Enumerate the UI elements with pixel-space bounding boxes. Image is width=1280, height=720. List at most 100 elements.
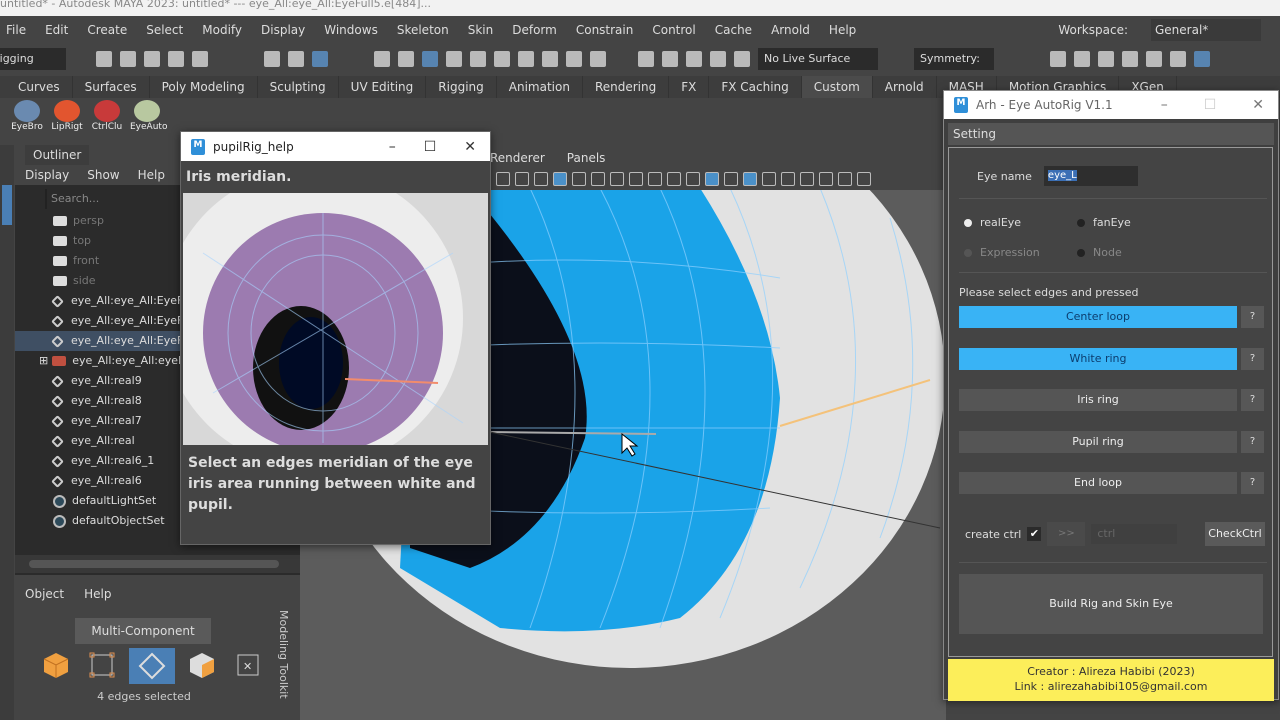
shelf-liprig-button[interactable]: LipRigt bbox=[50, 98, 84, 136]
menu-file[interactable]: File bbox=[6, 23, 26, 37]
face-mode-icon[interactable] bbox=[183, 648, 221, 682]
tab-sculpting[interactable]: Sculpting bbox=[258, 76, 339, 98]
select-lasso-icon[interactable] bbox=[590, 51, 606, 67]
tab-poly-modeling[interactable]: Poly Modeling bbox=[150, 76, 258, 98]
menu-cache[interactable]: Cache bbox=[715, 23, 752, 37]
mtk-menu-help[interactable]: Help bbox=[84, 587, 111, 601]
safe-title-icon[interactable] bbox=[667, 172, 681, 186]
motion-blur-icon[interactable] bbox=[838, 172, 852, 186]
field-chart-icon[interactable] bbox=[629, 172, 643, 186]
tab-curves[interactable]: Curves bbox=[6, 76, 73, 98]
menu-control[interactable]: Control bbox=[652, 23, 695, 37]
eye-name-input[interactable]: eye_L bbox=[1043, 166, 1138, 186]
snap-view-icon[interactable] bbox=[446, 51, 462, 67]
help-window-titlebar[interactable]: M pupilRig_help – ☐ ✕ bbox=[181, 132, 490, 161]
select-component-icon[interactable] bbox=[312, 51, 328, 67]
ctrl-input[interactable]: ctrl bbox=[1091, 524, 1178, 544]
tab-rigging[interactable]: Rigging bbox=[426, 76, 497, 98]
viewport-menu-panels[interactable]: Panels bbox=[567, 148, 606, 168]
multi-component-button[interactable]: Multi-Component bbox=[75, 618, 211, 644]
select-hierarchy-icon[interactable] bbox=[264, 51, 280, 67]
tab-fx[interactable]: FX bbox=[669, 76, 710, 98]
lock-icon[interactable] bbox=[566, 51, 582, 67]
white-ring-help-button[interactable]: ? bbox=[1241, 347, 1264, 370]
workspace-value[interactable]: General* bbox=[1151, 19, 1261, 41]
mtk-menu-object[interactable]: Object bbox=[25, 587, 64, 601]
menu-select[interactable]: Select bbox=[146, 23, 183, 37]
tab-arnold[interactable]: Arnold bbox=[873, 76, 937, 98]
shelf-eyeautorig-button[interactable]: EyeAuto bbox=[130, 98, 167, 136]
redo-icon[interactable] bbox=[192, 51, 208, 67]
attribute-editor-icon[interactable] bbox=[1194, 51, 1210, 67]
menu-arnold[interactable]: Arnold bbox=[771, 23, 810, 37]
tab-rendering[interactable]: Rendering bbox=[583, 76, 670, 98]
shelf-ctrlcluster-button[interactable]: CtrlClu bbox=[90, 98, 124, 136]
anti-alias-icon[interactable] bbox=[857, 172, 871, 186]
pupil-ring-help-button[interactable]: ? bbox=[1241, 430, 1264, 453]
ambient-occlusion-icon[interactable] bbox=[819, 172, 833, 186]
outliner-menu-help[interactable]: Help bbox=[138, 165, 165, 185]
modeling-toolkit-tab[interactable]: Modeling Toolkit bbox=[277, 610, 290, 699]
wireframe-icon[interactable] bbox=[686, 172, 700, 186]
maximize-button[interactable]: ☐ bbox=[1204, 97, 1217, 113]
safe-action-icon[interactable] bbox=[648, 172, 662, 186]
pupil-ring-button[interactable]: Pupil ring bbox=[959, 430, 1237, 453]
menu-create[interactable]: Create bbox=[87, 23, 127, 37]
resolution-gate-icon[interactable] bbox=[591, 172, 605, 186]
help-icon[interactable] bbox=[542, 51, 558, 67]
close-button[interactable]: ✕ bbox=[464, 139, 476, 155]
default-material-icon[interactable] bbox=[724, 172, 738, 186]
iris-ring-button[interactable]: Iris ring bbox=[959, 389, 1237, 411]
object-mode-icon[interactable] bbox=[37, 648, 75, 682]
outliner-menu-show[interactable]: Show bbox=[87, 165, 119, 185]
radio-realeye[interactable]: realEye bbox=[964, 216, 1021, 229]
render-frame-icon[interactable] bbox=[1074, 51, 1090, 67]
textured-icon[interactable] bbox=[762, 172, 776, 186]
open-scene-icon[interactable] bbox=[120, 51, 136, 67]
minimize-button[interactable]: – bbox=[1161, 97, 1168, 113]
output-ops-icon[interactable] bbox=[686, 51, 702, 67]
history-icon[interactable] bbox=[638, 51, 654, 67]
vertex-mode-icon[interactable] bbox=[83, 648, 121, 682]
outliner-horizontal-scrollbar[interactable] bbox=[15, 555, 300, 573]
center-loop-button[interactable]: Center loop bbox=[959, 306, 1237, 328]
select-tool-icon[interactable] bbox=[2, 185, 12, 225]
snap-point-icon[interactable] bbox=[398, 51, 414, 67]
select-object-icon[interactable] bbox=[288, 51, 304, 67]
live-surface-field[interactable]: No Live Surface bbox=[758, 48, 878, 70]
tab-surfaces[interactable]: Surfaces bbox=[73, 76, 150, 98]
shelf-eyebrow-button[interactable]: EyeBro bbox=[10, 98, 44, 136]
save-scene-icon[interactable] bbox=[144, 51, 160, 67]
edge-mode-icon[interactable] bbox=[129, 648, 175, 684]
undo-icon[interactable] bbox=[168, 51, 184, 67]
tool-box[interactable] bbox=[0, 145, 14, 720]
build-rig-button[interactable]: Build Rig and Skin Eye bbox=[959, 574, 1263, 634]
menu-skeleton[interactable]: Skeleton bbox=[397, 23, 449, 37]
autorig-titlebar[interactable]: M Arh - Eye AutoRig V1.1 – ☐ ✕ bbox=[944, 91, 1278, 119]
edge-mode-icon[interactable] bbox=[422, 51, 438, 67]
tab-custom[interactable]: Custom bbox=[801, 76, 873, 98]
render-settings-icon[interactable] bbox=[1122, 51, 1138, 67]
gate-mask-icon[interactable] bbox=[610, 172, 624, 186]
new-scene-icon[interactable] bbox=[96, 51, 112, 67]
snap-grid-icon[interactable] bbox=[374, 51, 390, 67]
outliner-tab[interactable]: Outliner bbox=[25, 145, 90, 165]
end-loop-button[interactable]: End loop bbox=[959, 472, 1237, 494]
wireframe-on-shaded-icon[interactable] bbox=[743, 172, 757, 186]
paint-icon[interactable] bbox=[534, 172, 548, 186]
symmetry-dropdown[interactable]: Symmetry: Off bbox=[914, 48, 994, 87]
tab-fx-caching[interactable]: FX Caching bbox=[709, 76, 802, 98]
menu-help[interactable]: Help bbox=[829, 23, 856, 37]
center-loop-help-button[interactable]: ? bbox=[1241, 306, 1264, 328]
menu-constrain[interactable]: Constrain bbox=[576, 23, 634, 37]
workspace-selector[interactable]: Workspace: General* bbox=[1058, 19, 1280, 41]
end-loop-help-button[interactable]: ? bbox=[1241, 472, 1264, 494]
outliner-menu-display[interactable]: Display bbox=[25, 165, 69, 185]
menu-modify[interactable]: Modify bbox=[202, 23, 242, 37]
ctrl-arrow-button[interactable]: >> bbox=[1047, 522, 1086, 546]
shadows-icon[interactable] bbox=[800, 172, 814, 186]
tab-animation[interactable]: Animation bbox=[497, 76, 583, 98]
camera-pan-icon[interactable] bbox=[515, 172, 529, 186]
menu-set-dropdown[interactable]: Rigging bbox=[0, 48, 66, 70]
menu-windows[interactable]: Windows bbox=[324, 23, 378, 37]
